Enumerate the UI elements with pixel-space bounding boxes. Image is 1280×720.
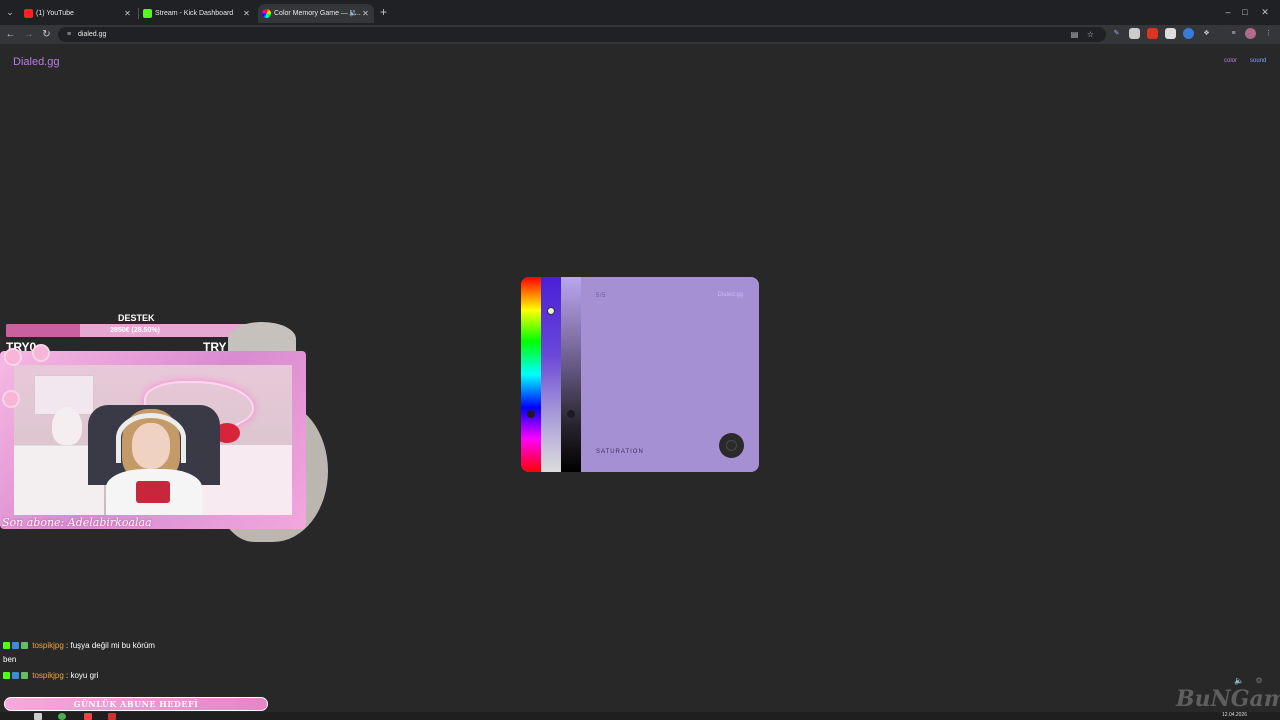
minimize-icon[interactable]: – [1220, 6, 1236, 19]
brightness-slider[interactable] [561, 277, 581, 472]
media-icon[interactable]: ≡ [1228, 28, 1239, 39]
chrome-icon[interactable] [58, 713, 66, 720]
donation-progress-bar: 2850€ (28.50%) [6, 324, 264, 337]
donation-goal-title: DESTEK [118, 313, 155, 323]
close-icon[interactable]: ✕ [361, 4, 370, 23]
nav-sound-link[interactable]: sound [1250, 58, 1266, 64]
address-bar[interactable]: ≡ dialed.gg ▤ ☆ [58, 27, 1106, 42]
app-icon[interactable] [84, 713, 92, 720]
kick-icon [3, 672, 10, 679]
flower-icon [34, 346, 48, 360]
donation-progress-text: 2850€ (28.50%) [110, 327, 160, 334]
hoodie-print [136, 481, 170, 503]
chat-message-continued: ben [3, 655, 16, 664]
close-window-icon[interactable]: ✕ [1257, 6, 1273, 19]
tab-strip: ⌄ (1) YouTube ✕ Stream - Kick Dashboard … [0, 0, 1280, 25]
color-picker-card: 5/5 Dialed.gg SATURATION [521, 277, 759, 472]
avatar[interactable] [1245, 28, 1256, 39]
youtube-icon [24, 9, 33, 18]
shield-icon[interactable] [1165, 28, 1176, 39]
star-icon[interactable]: ☆ [1085, 29, 1096, 40]
badge-icon [12, 642, 19, 649]
speaker-icon[interactable]: 🔈 [349, 4, 358, 23]
plus-icon[interactable]: + [377, 6, 390, 19]
submit-button[interactable] [719, 433, 744, 458]
kebab-icon[interactable]: ⋮ [1263, 28, 1274, 39]
color-wheel-icon [262, 9, 271, 18]
daily-sub-goal-text: GÜNLÜK ABUNE HEDEFİ [73, 699, 199, 709]
chat-text: ben [3, 655, 17, 664]
chat-message: tospikjpg : fuşya değil mi bu körüm [3, 641, 155, 650]
chevron-down-icon[interactable]: ⌄ [4, 6, 16, 18]
webcam-frame [0, 351, 306, 529]
chat-username: tospikjpg [32, 641, 64, 650]
file-explorer-icon[interactable] [34, 713, 42, 720]
maximize-icon[interactable]: □ [1237, 6, 1253, 19]
nav-color-link[interactable]: color [1224, 58, 1237, 64]
daily-sub-goal-bar: GÜNLÜK ABUNE HEDEFİ [4, 697, 268, 711]
os-taskbar [0, 712, 1280, 720]
teddy-bear [52, 407, 82, 445]
channel-watermark: BuNGame [1176, 686, 1280, 712]
tab-kick-dashboard[interactable]: Stream - Kick Dashboard ✕ [139, 4, 255, 23]
kick-icon [3, 642, 10, 649]
url-text: dialed.gg [78, 31, 107, 38]
site-info-icon[interactable]: ≡ [64, 29, 74, 40]
last-subscriber-text: Son abone: Adelabirkoalaa [2, 516, 152, 529]
puzzle-icon[interactable]: ❖ [1201, 28, 1212, 39]
chat-text: koyu gri [70, 671, 99, 680]
site-logo[interactable]: Dialed.gg [13, 56, 59, 68]
tab-title: Stream - Kick Dashboard [155, 10, 234, 17]
badge-icon [21, 642, 28, 649]
chat-text: fuşya değil mi bu körüm [70, 641, 155, 650]
browser-toolbar: ← → ↻ ≡ dialed.gg ▤ ☆ [0, 25, 1280, 44]
target-icon [726, 440, 737, 451]
badge-icon [12, 672, 19, 679]
close-icon[interactable]: ✕ [123, 4, 132, 23]
streamer [100, 409, 210, 515]
round-counter: 5/5 [596, 293, 606, 299]
chat-message: tospikjpg : koyu gri [3, 671, 99, 680]
tab-color-memory-game[interactable]: Color Memory Game — H... 🔈 ✕ [258, 4, 374, 23]
extension-icon[interactable] [1147, 28, 1158, 39]
flower-icon [4, 392, 18, 406]
install-icon[interactable]: ▤ [1069, 29, 1080, 40]
gear-icon[interactable]: ⚙ [1254, 676, 1264, 686]
headset-icon [116, 413, 186, 463]
pen-extension-icon[interactable]: ✎ [1111, 28, 1122, 39]
card-brand: Dialed.gg [717, 292, 743, 298]
hue-slider[interactable] [521, 277, 541, 472]
tab-youtube[interactable]: (1) YouTube ✕ [20, 4, 136, 23]
tab-title: (1) YouTube [36, 10, 74, 17]
extension-icon[interactable] [1183, 28, 1194, 39]
reload-icon[interactable]: ↻ [40, 28, 53, 41]
taskbar-date: 12.04.2026 [1222, 712, 1248, 718]
arrow-left-icon[interactable]: ← [4, 28, 17, 41]
badge-icon [21, 672, 28, 679]
close-icon[interactable]: ✕ [242, 4, 251, 23]
flower-icon [6, 350, 20, 364]
arrow-right-icon[interactable]: → [22, 28, 35, 41]
mode-label: SATURATION [596, 449, 644, 455]
tab-title: Color Memory Game — H... [274, 10, 361, 17]
speaker-icon[interactable]: 🔈 [1234, 676, 1244, 686]
kick-icon [143, 9, 152, 18]
chat-username: tospikjpg [32, 671, 64, 680]
extension-icon[interactable] [1129, 28, 1140, 39]
webcam-feed [14, 365, 292, 515]
app-icon[interactable] [108, 713, 116, 720]
